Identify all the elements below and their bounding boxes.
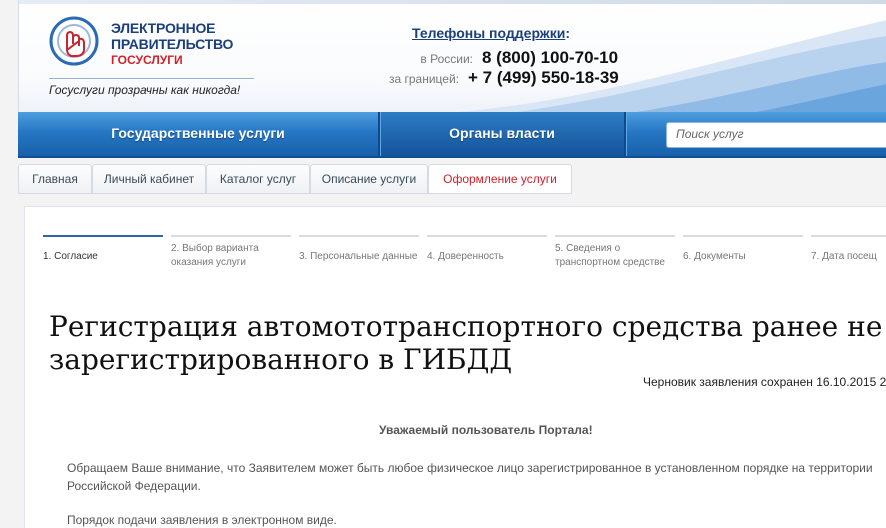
step-label: 1. Согласие: [43, 251, 98, 262]
step-label: 5. Сведения о: [555, 243, 621, 254]
notice-text: Обращаем Ваше внимание, что Заявителем м…: [67, 461, 873, 493]
step-label: 3. Персональные данные: [299, 251, 418, 262]
breadcrumb-personal-cabinet[interactable]: Личный кабинет: [92, 164, 206, 194]
step-label: транспортном средстве: [555, 257, 665, 268]
support-phones-title[interactable]: Телефоны поддержки:: [412, 25, 570, 41]
gosuslugi-logo-icon[interactable]: [49, 16, 99, 66]
phone-russia-number: 8 (800) 100-70-10: [482, 48, 619, 67]
nav-item-gov-services[interactable]: Государственные услуги: [18, 112, 378, 156]
support-phones-colon: :: [565, 25, 571, 41]
breadcrumb-service-description[interactable]: Описание услуги: [310, 164, 428, 194]
search-input[interactable]: [667, 123, 886, 145]
breadcrumb-service-catalog[interactable]: Каталог услуг: [206, 164, 310, 194]
step-label: 6. Документы: [683, 251, 746, 262]
page-title: Регистрация автомототранспортного средст…: [49, 310, 883, 376]
step-power-of-attorney[interactable]: 4. Доверенность: [427, 235, 547, 277]
step-label: оказания услуги: [171, 257, 247, 268]
greeting-heading: Уважаемый пользователь Портала!: [379, 423, 593, 437]
page: ЭЛЕКТРОННОЕ ПРАВИТЕЛЬСТВО ГОСУСЛУГИ Госу…: [0, 0, 886, 528]
logo-text-line2[interactable]: ПРАВИТЕЛЬСТВО: [111, 36, 233, 52]
step-label: 7. Дата посещ: [811, 251, 877, 262]
breadcrumb-service-application[interactable]: Оформление услуги: [428, 164, 572, 194]
draft-saved-status: Черновик заявления сохранен 16.10.2015 2: [643, 375, 886, 389]
step-label: 4. Доверенность: [427, 251, 504, 262]
nav-separator: [624, 112, 626, 156]
step-vehicle-info[interactable]: 5. Сведения о транспортном средстве: [555, 235, 675, 277]
breadcrumb-home[interactable]: Главная: [18, 164, 92, 194]
phone-abroad-label: за границей:: [388, 72, 459, 86]
support-phones-link[interactable]: Телефоны поддержки: [412, 25, 565, 41]
step-personal-data[interactable]: 3. Персональные данные: [299, 235, 419, 277]
step-label: 2. Выбор варианта: [171, 243, 259, 254]
logo-text-line3[interactable]: ГОСУСЛУГИ: [111, 53, 183, 67]
application-form: 1. Согласие 2. Выбор варианта оказания у…: [24, 206, 886, 528]
step-documents[interactable]: 6. Документы: [683, 235, 803, 277]
step-service-option[interactable]: 2. Выбор варианта оказания услуги: [171, 235, 291, 277]
logo-text-line1[interactable]: ЭЛЕКТРОННОЕ: [111, 20, 216, 36]
step-consent[interactable]: 1. Согласие: [43, 235, 163, 277]
phone-russia-label: в России:: [420, 52, 473, 66]
search-box[interactable]: [666, 122, 886, 148]
logo-divider: [49, 78, 254, 79]
slogan: Госуслуги прозрачны как никогда!: [49, 83, 241, 97]
nav-item-authorities[interactable]: Органы власти: [380, 112, 624, 156]
order-text: Порядок подачи заявления в электронном в…: [67, 513, 337, 527]
main-nav: Государственные услуги Органы власти: [18, 112, 886, 158]
portal-header: ЭЛЕКТРОННОЕ ПРАВИТЕЛЬСТВО ГОСУСЛУГИ Госу…: [18, 0, 886, 112]
phone-abroad-number: + 7 (499) 550-18-39: [468, 68, 619, 87]
step-visit-date[interactable]: 7. Дата посещ: [811, 235, 886, 277]
